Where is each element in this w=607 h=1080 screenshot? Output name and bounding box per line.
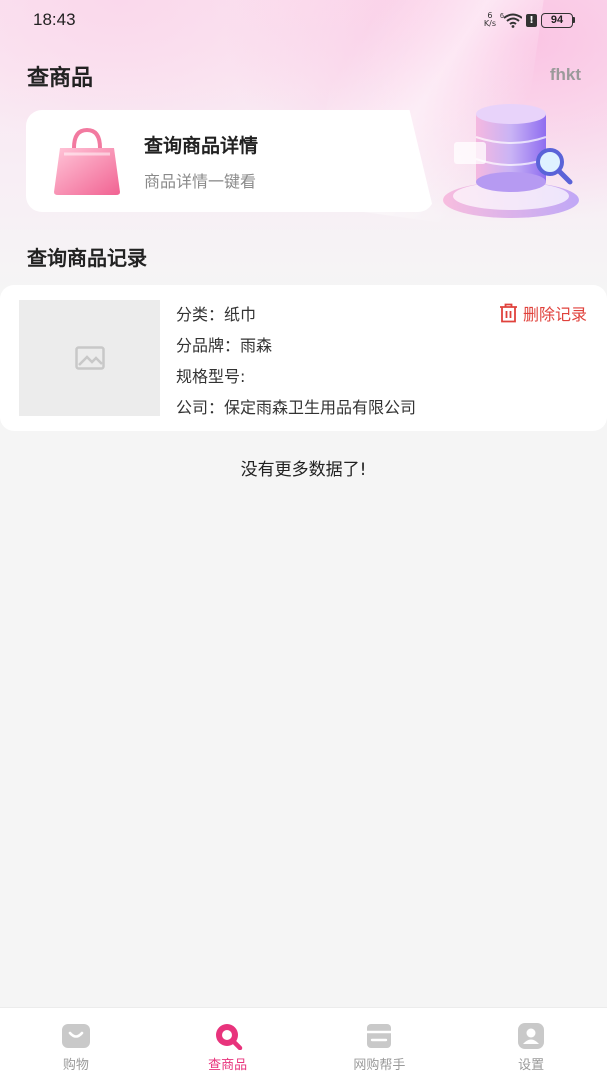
status-icons: 6 K/s 6 ! 94: [484, 10, 575, 30]
trash-icon: [499, 303, 517, 323]
wifi-badge: 6: [500, 13, 504, 20]
database-search-icon: [443, 104, 579, 218]
screen: 18:43 6 K/s 6 ! 94 查商品 fhkt 查询商品详情 商品详情一…: [0, 0, 607, 1080]
card-title: 查询商品详情: [144, 135, 259, 157]
shop-icon: [61, 1024, 90, 1048]
record-brand: 分品牌：雨森: [176, 336, 273, 355]
delete-record-label: 删除记录: [522, 305, 587, 324]
no-more-data-text: 没有更多数据了!: [240, 460, 367, 480]
record-model: 规格型号:: [176, 367, 246, 386]
shopping-bag-icon: [54, 127, 120, 195]
card-subtitle: 商品详情一键看: [144, 172, 257, 191]
alert-icon: !: [526, 13, 537, 27]
wifi-icon: 6: [500, 13, 522, 28]
record-company: 公司：保定雨森卫生用品有限公司: [176, 398, 417, 417]
product-thumbnail: [19, 300, 160, 416]
tab-label: 查商品: [208, 1058, 248, 1073]
tab-label: 购物: [62, 1058, 89, 1073]
tab-label: 网购帮手: [353, 1058, 406, 1073]
network-speed-unit: K/s: [483, 19, 496, 28]
status-bar: 18:43 6 K/s 6 ! 94: [0, 0, 607, 40]
bottom-tab-bar: 购物 查商品 网购帮手 设置: [0, 1007, 607, 1080]
helper-icon: [367, 1024, 392, 1048]
tab-query-product[interactable]: 查商品: [152, 1008, 304, 1080]
corner-tag: fhkt: [549, 65, 581, 84]
page-title: 查商品: [27, 66, 94, 91]
tab-settings[interactable]: 设置: [455, 1008, 607, 1080]
status-time: 18:43: [33, 10, 76, 29]
tab-shopping-helper[interactable]: 网购帮手: [304, 1008, 456, 1080]
battery-level: 94: [541, 12, 573, 28]
image-placeholder-icon: [74, 346, 105, 370]
tab-shopping[interactable]: 购物: [0, 1008, 152, 1080]
network-speed: 6 K/s: [484, 12, 496, 28]
search-product-icon: [215, 1024, 242, 1050]
record-card[interactable]: 分类：纸巾 分品牌：雨森 规格型号: 公司：保定雨森卫生用品有限公司 删除记录: [0, 285, 607, 431]
battery-icon: 94: [541, 12, 575, 28]
section-title: 查询商品记录: [27, 246, 147, 270]
user-settings-icon: [518, 1023, 545, 1049]
tab-label: 设置: [518, 1058, 545, 1073]
delete-record-button[interactable]: 删除记录: [499, 301, 587, 325]
record-category: 分类：纸巾: [176, 305, 257, 324]
